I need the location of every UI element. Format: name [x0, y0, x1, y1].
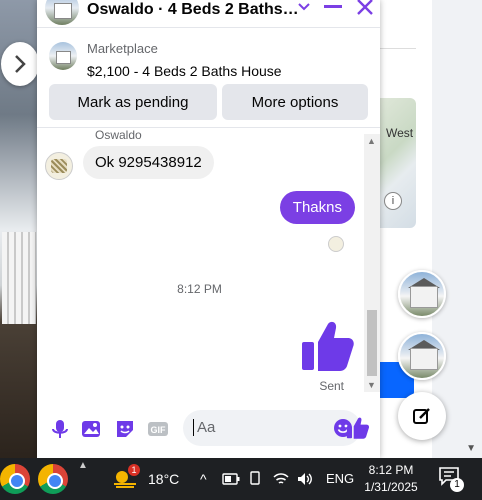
new-message-button[interactable] — [398, 392, 446, 440]
page-scrollbar[interactable]: ▼ — [432, 0, 482, 458]
microphone-icon[interactable] — [49, 418, 71, 440]
avatar[interactable] — [45, 0, 79, 25]
background-page-right: West i ▼ — [380, 0, 482, 458]
chevron-right-icon — [15, 55, 26, 73]
header-controls — [298, 0, 374, 16]
compose-icon — [413, 408, 430, 424]
chat-header[interactable]: Oswaldo · 4 Beds 2 Baths ··· — [37, 0, 380, 28]
taskbar: ▲ 1 18°C ^ ENG 8:12 PM 1/31/2025 1 — [0, 458, 482, 500]
clock-time: 8:12 PM — [368, 463, 414, 477]
photo-icon[interactable] — [80, 418, 102, 440]
map-label: West — [386, 126, 414, 140]
device-icon[interactable] — [248, 471, 262, 487]
gif-icon[interactable]: GIF — [147, 418, 169, 440]
volume-icon[interactable] — [296, 471, 314, 487]
map-thumbnail[interactable] — [380, 98, 416, 228]
sender-name: Oswaldo — [95, 128, 142, 142]
scroll-down-arrow-icon[interactable]: ▼ — [367, 380, 376, 390]
chrome-taskbar-icon-2[interactable] — [38, 464, 68, 494]
temperature[interactable]: 18°C — [148, 471, 179, 487]
message-input[interactable]: Aa — [183, 410, 361, 446]
seen-indicator-avatar — [328, 236, 344, 252]
send-like-icon[interactable] — [346, 416, 370, 440]
house-image — [410, 348, 438, 370]
carousel-next-button[interactable] — [1, 42, 39, 86]
scrollbar-thumb[interactable] — [367, 310, 377, 376]
divider — [380, 48, 416, 49]
svg-text:GIF: GIF — [151, 425, 167, 435]
chat-head-1[interactable] — [398, 270, 446, 318]
wifi-icon[interactable] — [272, 471, 290, 487]
house-image — [410, 286, 438, 308]
scroll-down-arrow-icon[interactable]: ▼ — [466, 443, 476, 454]
tray-chevron-up-icon[interactable]: ^ — [200, 471, 207, 487]
map-info-icon[interactable]: i — [384, 192, 402, 210]
clock[interactable]: 8:12 PM 1/31/2025 — [362, 462, 420, 496]
listing-card[interactable]: Marketplace $2,100 - 4 Beds 2 Baths Hous… — [37, 28, 380, 128]
chat-window: Oswaldo · 4 Beds 2 Baths ··· Marketplace… — [37, 0, 380, 458]
message-status: Sent — [319, 379, 344, 393]
message-input-placeholder: Aa — [193, 419, 215, 436]
message-list: Oswaldo Ok 9295438912 Thakns 8:12 PM Sen… — [37, 128, 380, 394]
chat-title[interactable]: Oswaldo · 4 Beds 2 Baths ··· — [87, 1, 301, 19]
received-message[interactable]: Ok 9295438912 — [83, 146, 214, 179]
language-indicator[interactable]: ENG — [326, 471, 354, 486]
chevron-down-icon[interactable] — [298, 3, 310, 11]
listing-title[interactable]: $2,100 - 4 Beds 2 Baths House — [87, 63, 282, 79]
clock-date: 1/31/2025 — [364, 480, 418, 494]
taskbar-overflow-up-icon[interactable]: ▲ — [78, 460, 88, 471]
listing-thumbnail — [49, 42, 77, 70]
sender-avatar[interactable] — [45, 152, 73, 180]
chat-scrollbar[interactable]: ▲ ▼ — [364, 134, 380, 392]
thumbs-up-message-icon[interactable] — [300, 318, 356, 374]
close-icon[interactable] — [356, 0, 374, 16]
battery-icon[interactable] — [222, 473, 240, 485]
chat-head-2[interactable] — [398, 332, 446, 380]
listing-source: Marketplace — [87, 41, 158, 56]
mark-as-pending-button[interactable]: Mark as pending — [49, 84, 217, 120]
scroll-up-arrow-icon[interactable]: ▲ — [367, 136, 376, 146]
minimize-icon[interactable] — [324, 5, 342, 9]
more-options-button[interactable]: More options — [222, 84, 368, 120]
weather-badge: 1 — [128, 464, 140, 476]
notification-badge: 1 — [450, 478, 464, 492]
fence-image — [2, 232, 36, 324]
chrome-taskbar-icon[interactable] — [0, 464, 30, 494]
sent-message[interactable]: Thakns — [279, 191, 355, 224]
message-timestamp: 8:12 PM — [177, 282, 222, 296]
sticker-icon[interactable] — [114, 418, 136, 440]
